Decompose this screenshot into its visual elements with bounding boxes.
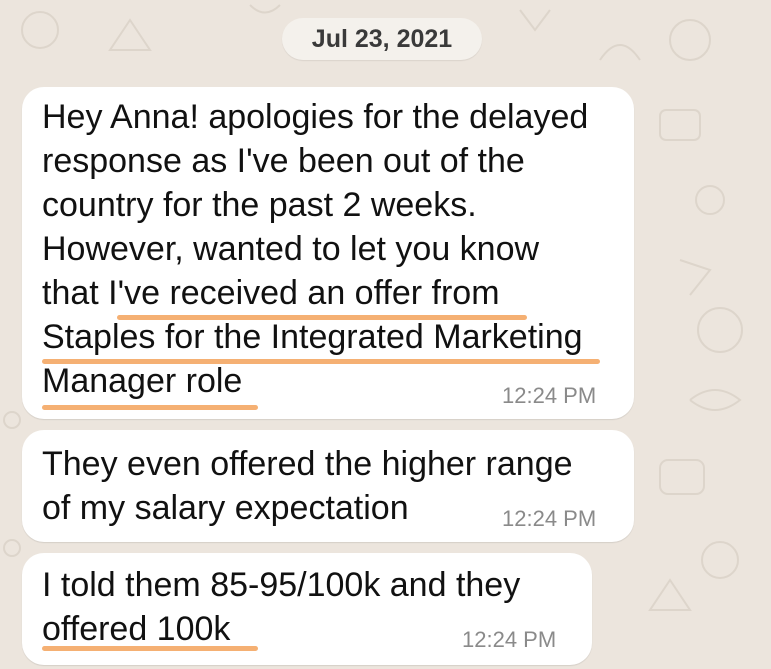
highlight-underline: [42, 359, 600, 364]
message-timestamp: 12:24 PM: [502, 383, 597, 408]
message-bubble[interactable]: They even offered the higher range of my…: [22, 430, 634, 542]
highlight-underline: [117, 315, 527, 320]
message-line: They even offered the higher range: [42, 445, 573, 483]
message-line: I told them 85-95/100k and they: [42, 566, 521, 604]
highlight-underline: [42, 405, 258, 410]
highlight-underline: [42, 646, 258, 651]
message-line: offered 100k: [42, 610, 231, 648]
message-bubble[interactable]: Hey Anna! apologies for the delayed resp…: [22, 87, 634, 419]
date-separator: Jul 23, 2021: [282, 18, 482, 60]
message-line: that I've received an offer from: [42, 274, 500, 312]
message-line: However, wanted to let you know: [42, 230, 540, 268]
message-line: Manager role: [42, 362, 243, 400]
message-line: country for the past 2 weeks.: [42, 186, 477, 224]
message-timestamp: 12:24 PM: [462, 627, 557, 652]
message-line: of my salary expectation: [42, 489, 409, 527]
message-timestamp: 12:24 PM: [502, 506, 597, 531]
message-line: response as I've been out of the: [42, 142, 525, 180]
message-bubble[interactable]: I told them 85-95/100k and they offered …: [22, 553, 592, 665]
message-line: Staples for the Integrated Marketing: [42, 318, 583, 356]
message-line: Hey Anna! apologies for the delayed: [42, 98, 589, 136]
